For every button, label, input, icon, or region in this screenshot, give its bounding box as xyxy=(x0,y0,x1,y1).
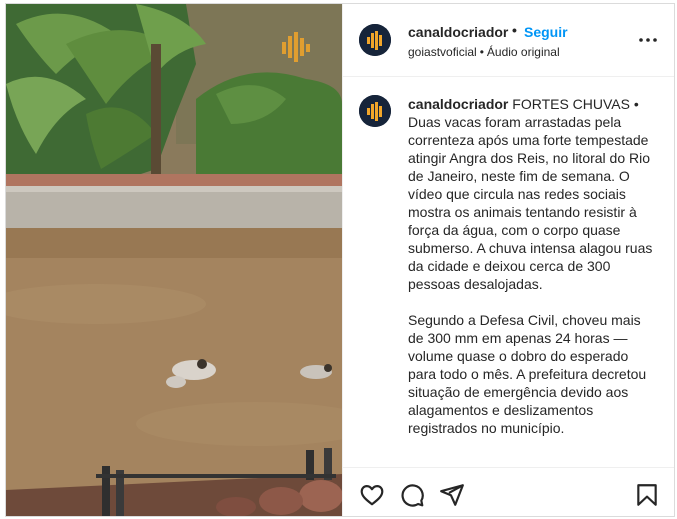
post-caption: canaldocriador FORTES CHUVAS • Duas vaca… xyxy=(408,95,653,455)
post-header: canaldocriador • Seguir goiastvoficial • Á… xyxy=(343,4,674,77)
flood-video-frame xyxy=(6,4,342,516)
header-username[interactable]: canaldocriador xyxy=(408,24,508,40)
post-video[interactable] xyxy=(6,4,342,516)
follow-button[interactable]: Seguir xyxy=(524,24,568,40)
caption-paragraph-2: Segundo a Defesa Civil, choveu mais de 3… xyxy=(408,312,647,436)
post-side-panel: canaldocriador • Seguir goiastvoficial • Á… xyxy=(342,4,674,516)
account-link[interactable]: goiastvoficial xyxy=(408,45,477,59)
audio-wave-icon xyxy=(359,24,391,56)
bookmark-icon[interactable] xyxy=(634,482,660,508)
instagram-post: canaldocriador • Seguir goiastvoficial • Á… xyxy=(5,3,675,517)
share-icon[interactable] xyxy=(439,482,465,508)
avatar[interactable] xyxy=(359,24,391,56)
caption-area: canaldocriador FORTES CHUVAS • Duas vaca… xyxy=(343,77,674,467)
header-subline: goiastvoficial • Áudio original xyxy=(408,45,560,59)
caption-paragraph-1: canaldocriador FORTES CHUVAS • Duas vaca… xyxy=(408,95,653,293)
more-options-icon[interactable] xyxy=(638,30,658,50)
post-actions-bar xyxy=(343,467,674,516)
heart-icon[interactable] xyxy=(359,482,385,508)
comment-icon[interactable] xyxy=(399,482,425,508)
header-separator: • xyxy=(512,22,517,38)
caption-username[interactable]: canaldocriador xyxy=(408,96,508,112)
caption-text-1: FORTES CHUVAS • Duas vacas foram arrasta… xyxy=(408,96,653,292)
caption-avatar[interactable] xyxy=(359,95,391,127)
audio-separator: • xyxy=(479,45,484,59)
audio-wave-icon xyxy=(359,95,391,127)
audio-link[interactable]: Áudio original xyxy=(487,45,560,59)
